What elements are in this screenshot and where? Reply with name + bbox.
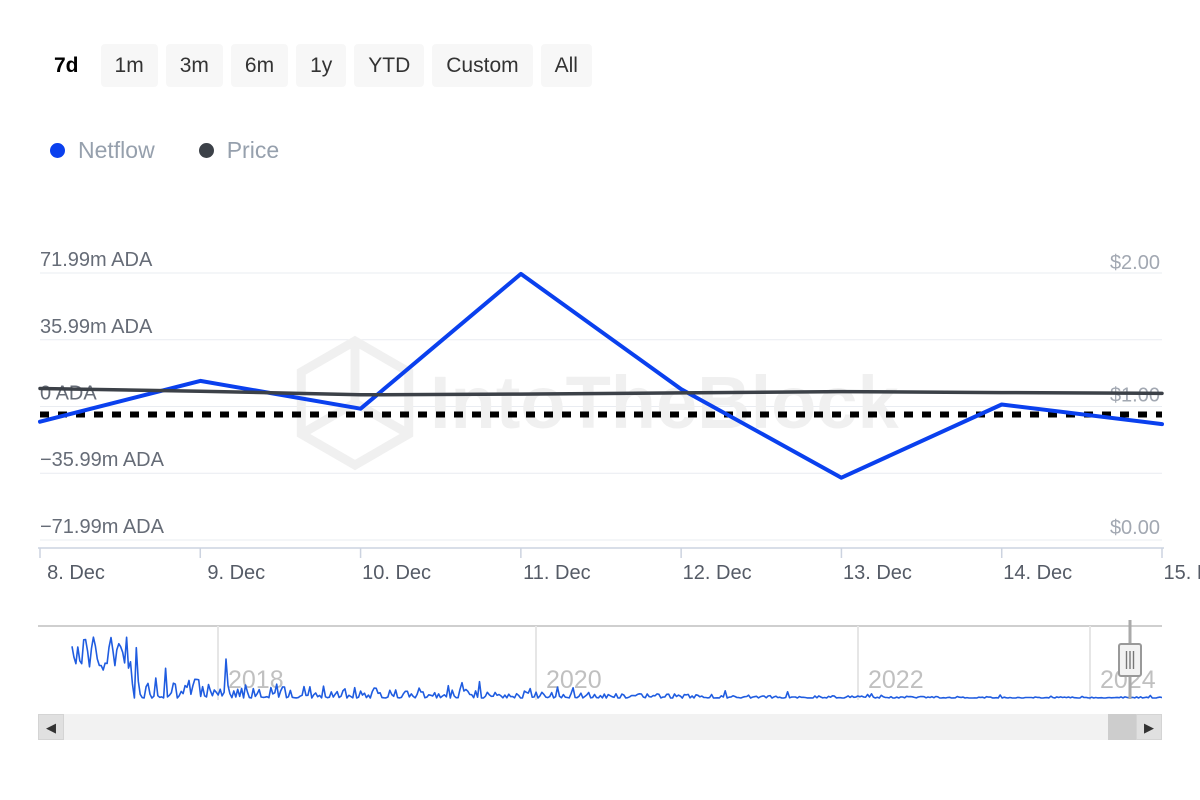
chart-legend: Netflow Price — [50, 132, 279, 168]
legend-label: Price — [227, 139, 279, 162]
chart-svg: IntoTheBlock 71.99m ADA 35.99m ADA 0 ADA −3… — [0, 0, 1200, 620]
y-axis-right-labels: $2.00 $1.00 $0.00 — [1110, 252, 1160, 539]
chart-gridlines — [40, 273, 1162, 540]
range-button-3m[interactable]: 3m — [166, 44, 223, 87]
navigator-scrollbar[interactable]: ◀ ▶ — [38, 714, 1162, 740]
y-axis-right-tick: $0.00 — [1110, 517, 1160, 539]
scroll-right-button[interactable]: ▶ — [1136, 714, 1162, 740]
range-button-6m[interactable]: 6m — [231, 44, 288, 87]
scroll-left-button[interactable]: ◀ — [38, 714, 64, 740]
range-button-1y[interactable]: 1y — [296, 44, 346, 87]
y-axis-left-tick: −35.99m ADA — [40, 449, 165, 471]
range-button-7d[interactable]: 7d — [40, 44, 93, 87]
y-axis-left-labels: 71.99m ADA 35.99m ADA 0 ADA −35.99m ADA −71.… — [40, 249, 165, 538]
range-button-ytd[interactable]: YTD — [354, 44, 424, 87]
x-axis: 8. Dec 9. Dec 10. Dec 11. Dec 12. Dec 13. Dec… — [38, 548, 1200, 584]
chevron-left-icon: ◀ — [46, 721, 56, 734]
watermark-text: IntoTheBlock — [430, 361, 900, 444]
netflow-price-chart-widget: 7d1m3m6m1yYTDCustomAll Netflow Price Into… — [0, 0, 1200, 800]
y-axis-left-tick: 35.99m ADA — [40, 316, 153, 338]
range-button-all[interactable]: All — [541, 44, 592, 87]
legend-marker-netflow-icon — [50, 143, 65, 158]
navigator-svg[interactable]: 2018202020222024 — [38, 620, 1162, 705]
x-axis-tick-label: 15. Dec — [1164, 562, 1200, 584]
x-axis-tick-label: 12. Dec — [683, 562, 752, 584]
y-axis-right-tick: $1.00 — [1110, 385, 1160, 407]
chevron-right-icon: ▶ — [1144, 721, 1154, 734]
scroll-thumb[interactable] — [1108, 714, 1136, 740]
x-axis-tick-label: 8. Dec — [47, 562, 105, 584]
legend-label: Netflow — [78, 139, 155, 162]
y-axis-left-tick: 71.99m ADA — [40, 249, 153, 271]
series-line-price — [40, 389, 1162, 395]
y-axis-left-tick: 0 ADA — [40, 383, 97, 405]
chart-series — [40, 274, 1162, 478]
range-button-1m[interactable]: 1m — [101, 44, 158, 87]
scroll-track[interactable] — [64, 714, 1136, 740]
watermark: IntoTheBlock — [301, 341, 899, 465]
x-axis-tick-label: 9. Dec — [207, 562, 265, 584]
x-axis-tick-label: 13. Dec — [843, 562, 912, 584]
y-axis-right-tick: $2.00 — [1110, 252, 1160, 274]
y-axis-left-tick: −71.99m ADA — [40, 516, 165, 538]
navigator-year-label: 2022 — [868, 666, 924, 694]
range-selector: 7d1m3m6m1yYTDCustomAll — [40, 44, 592, 86]
x-axis-tick-label: 11. Dec — [523, 562, 590, 584]
navigator-year-labels: 2018202020222024 — [228, 666, 1156, 694]
x-axis-tick-label: 10. Dec — [362, 562, 431, 584]
range-button-custom[interactable]: Custom — [432, 44, 532, 87]
legend-marker-price-icon — [199, 143, 214, 158]
legend-item-price[interactable]: Price — [199, 139, 279, 162]
legend-item-netflow[interactable]: Netflow — [50, 139, 155, 162]
x-axis-tick-label: 14. Dec — [1003, 562, 1072, 584]
series-line-netflow — [40, 274, 1162, 478]
chart-navigator[interactable]: 2018202020222024 — [38, 620, 1162, 705]
